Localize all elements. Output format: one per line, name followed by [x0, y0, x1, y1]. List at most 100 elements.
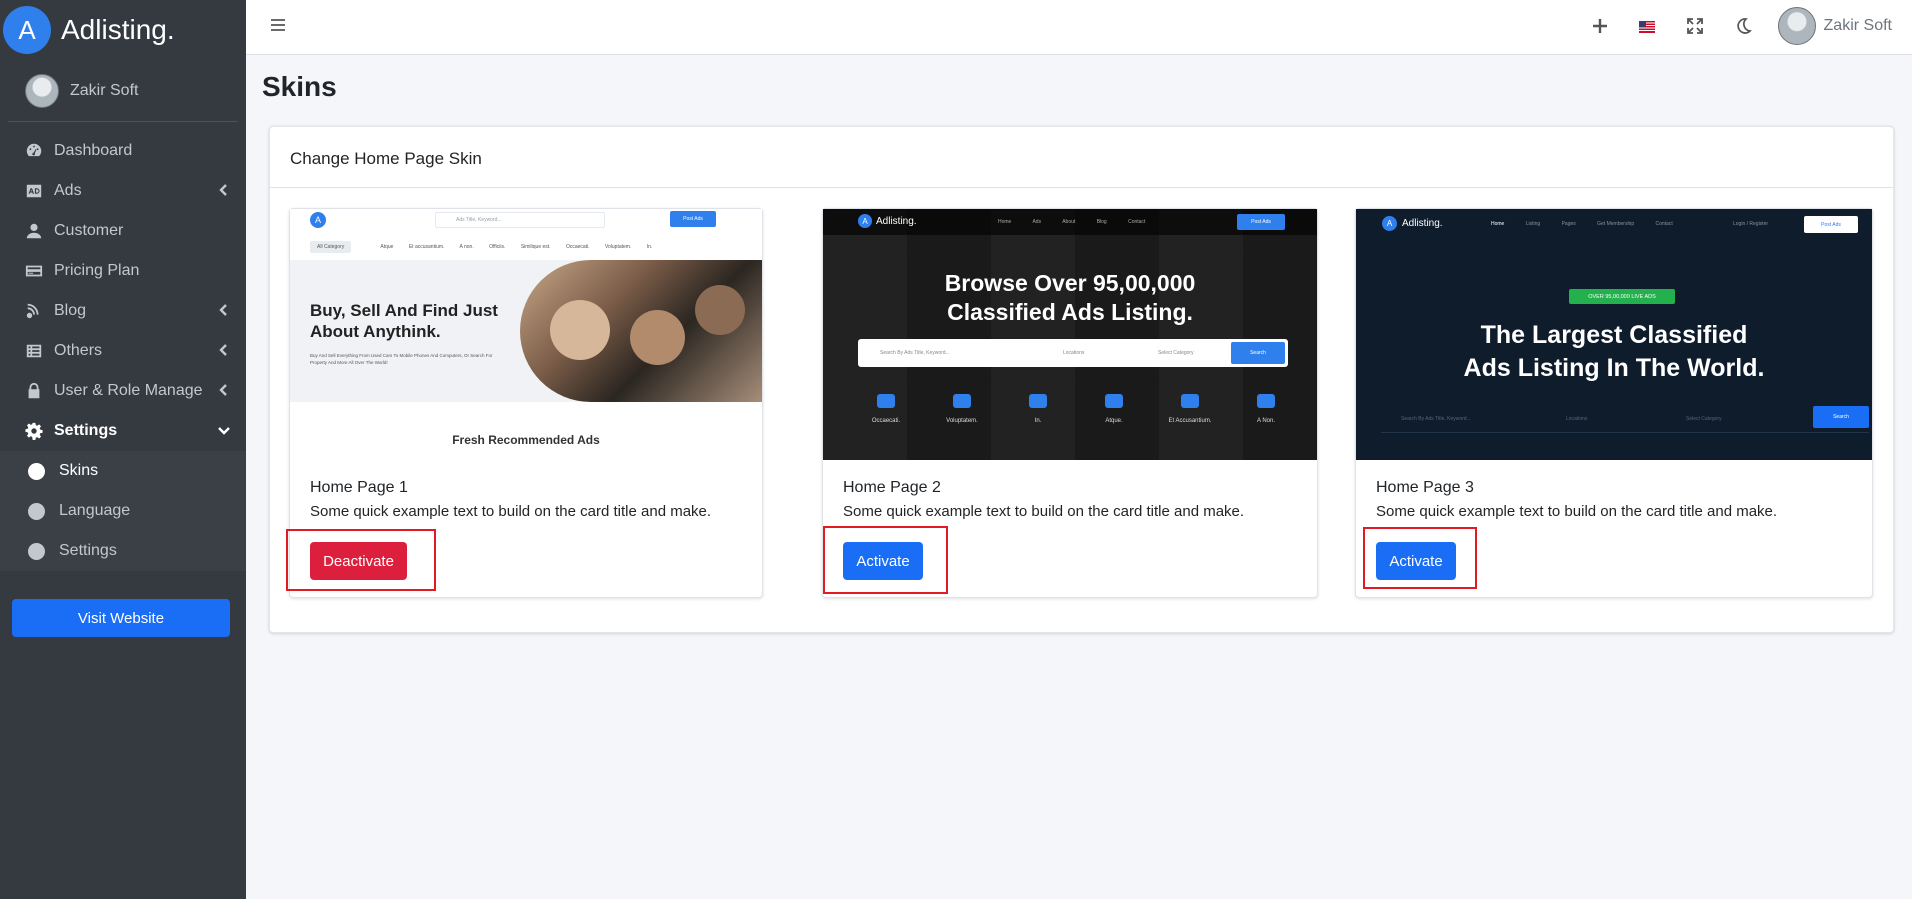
sidebar-item-pricing-plan[interactable]: Pricing Plan [0, 251, 246, 291]
preview-search-button: Search [1813, 406, 1869, 428]
preview-menu-item: Blog [1096, 219, 1107, 225]
plus-icon[interactable] [1591, 17, 1609, 35]
sidebar-item-settings[interactable]: Settings [0, 411, 246, 451]
sidebar-nav: Dashboard Ads Customer Pricing Plan Blog… [0, 131, 246, 571]
preview-category: Similique est. [520, 244, 551, 250]
preview-hero-photo [520, 260, 762, 402]
circle-icon [28, 502, 45, 520]
chevron-left-icon [217, 303, 231, 317]
avatar [1777, 7, 1816, 45]
visit-website-button[interactable]: Visit Website [12, 599, 230, 637]
ads-icon [24, 181, 44, 201]
card-title: Change Home Page Skin [270, 127, 1893, 188]
user-panel[interactable]: Zakir Soft [8, 60, 238, 122]
preview-hero-title: Browse Over 95,00,000 Classified Ads Lis… [823, 269, 1317, 327]
chevron-left-icon [217, 383, 231, 397]
sidebar-item-general-settings[interactable]: Settings [0, 531, 246, 571]
preview-menu-item: Home [998, 219, 1012, 225]
preview-badge: OVER 95,00,000 LIVE ADS [1569, 289, 1675, 304]
preview-post-ads: Post Ads [1804, 216, 1858, 233]
sidebar-item-label: User & Role Manage [54, 382, 203, 399]
header-user-menu[interactable]: Zakir Soft [1777, 7, 1892, 45]
lock-icon [24, 381, 44, 401]
sidebar-item-label: Dashboard [54, 142, 133, 159]
topbar: Zakir Soft [246, 0, 1912, 55]
preview-category: In. [646, 244, 653, 250]
skin-preview-3[interactable]: A Adlisting. Home Listing Pages Get Membe… [1356, 209, 1872, 460]
preview-login: Login / Register [1733, 221, 1769, 227]
sidebar-item-label: Blog [54, 302, 87, 319]
preview-logo-name: Adlisting. [876, 215, 917, 227]
sidebar-item-label: Ads [54, 182, 82, 199]
sidebar-item-label: Customer [54, 222, 124, 239]
sidebar: A Adlisting. Zakir Soft Dashboard Ads Cu… [0, 0, 246, 899]
preview-category: A non. [459, 244, 474, 250]
hamburger-menu-icon[interactable] [270, 17, 286, 33]
dashboard-icon [24, 141, 44, 161]
preview-hero-title: The Largest Classified Ads Listing In Th… [1356, 319, 1872, 385]
preview-menu-item: Get Membership [1597, 221, 1635, 227]
skin-preview-2[interactable]: A Adlisting. Home Ads About Blog Contact … [823, 209, 1317, 460]
sidebar-item-label: Settings [59, 542, 117, 559]
sidebar-item-language[interactable]: Language [0, 491, 246, 531]
settings-submenu: Skins Language Settings [0, 451, 246, 571]
user-icon [24, 221, 44, 241]
highlight-box [823, 526, 948, 594]
skin-preview-1[interactable]: A Ads Title, Keyword... Post Ads All Cat… [290, 209, 762, 460]
preview-post-ads: Post Ads [1237, 214, 1285, 230]
sidebar-item-ads[interactable]: Ads [0, 171, 246, 211]
skin-title: Home Page 1 [310, 479, 408, 496]
preview-menu: Home Listing Pages Get Membership Contac… [1491, 221, 1693, 227]
preview-search-placeholder: Search By Ads Title, Keyword... [1401, 416, 1471, 422]
preview-category-pill: All Category [310, 241, 352, 253]
sidebar-item-label: Language [59, 502, 131, 519]
sidebar-item-label: Skins [59, 462, 99, 479]
preview-category: Select Category [1158, 350, 1194, 356]
preview-category: Et accusantium. [408, 244, 445, 250]
sidebar-item-blog[interactable]: Blog [0, 291, 246, 331]
skin-title: Home Page 3 [1376, 479, 1474, 496]
us-flag-icon[interactable] [1639, 20, 1655, 33]
preview-category: Select Category [1686, 416, 1722, 422]
brand-logo: A [3, 6, 51, 54]
preview-logo: A Adlisting. [1382, 216, 1443, 231]
preview-menu: Home Ads About Blog Contact [998, 219, 1165, 225]
sidebar-item-others[interactable]: Others [0, 331, 246, 371]
preview-hero-line: Ads Listing In The World. [1463, 354, 1765, 382]
preview-search-button: Search [1231, 342, 1285, 364]
preview-post-ads: Post Ads [670, 211, 716, 227]
sidebar-item-dashboard[interactable]: Dashboard [0, 131, 246, 171]
preview-logo-letter: A [858, 214, 872, 228]
chevron-left-icon [217, 183, 231, 197]
blog-icon [24, 301, 44, 321]
preview-category: Voluptatem. [604, 244, 632, 250]
header-user-name: Zakir Soft [1823, 17, 1892, 34]
preview-location: Locations [1063, 350, 1085, 356]
moon-icon[interactable] [1734, 17, 1752, 35]
circle-icon [28, 542, 45, 560]
highlight-box [286, 529, 436, 591]
page-title: Skins [262, 71, 337, 102]
preview-hero-line: The Largest Classified [1480, 321, 1748, 349]
fullscreen-icon[interactable] [1686, 17, 1704, 35]
preview-category: Voluptatem. [946, 418, 978, 424]
skin-description: Some quick example text to build on the … [843, 503, 1245, 520]
preview-category: In. [1034, 418, 1042, 424]
avatar [25, 73, 59, 108]
preview-logo-letter: A [1382, 216, 1397, 231]
preview-section-title: Fresh Recommended Ads [452, 433, 600, 447]
preview-logo: A Adlisting. [858, 214, 917, 228]
sidebar-item-customer[interactable]: Customer [0, 211, 246, 251]
sidebar-item-label: Others [54, 342, 103, 359]
sidebar-item-user-role[interactable]: User & Role Manage [0, 371, 246, 411]
list-icon [24, 341, 44, 361]
sidebar-item-skins[interactable]: Skins [0, 451, 246, 491]
highlight-box [1363, 527, 1477, 589]
brand[interactable]: A Adlisting. [0, 0, 246, 60]
skin-description: Some quick example text to build on the … [310, 503, 712, 520]
preview-hero-line: Browse Over 95,00,000 [944, 270, 1196, 296]
skin-title: Home Page 2 [843, 479, 941, 496]
preview-logo-name: Adlisting. [1402, 218, 1443, 229]
preview-search: Search By Ads Title, Keyword... Location… [858, 339, 1288, 367]
gear-icon [24, 421, 44, 441]
